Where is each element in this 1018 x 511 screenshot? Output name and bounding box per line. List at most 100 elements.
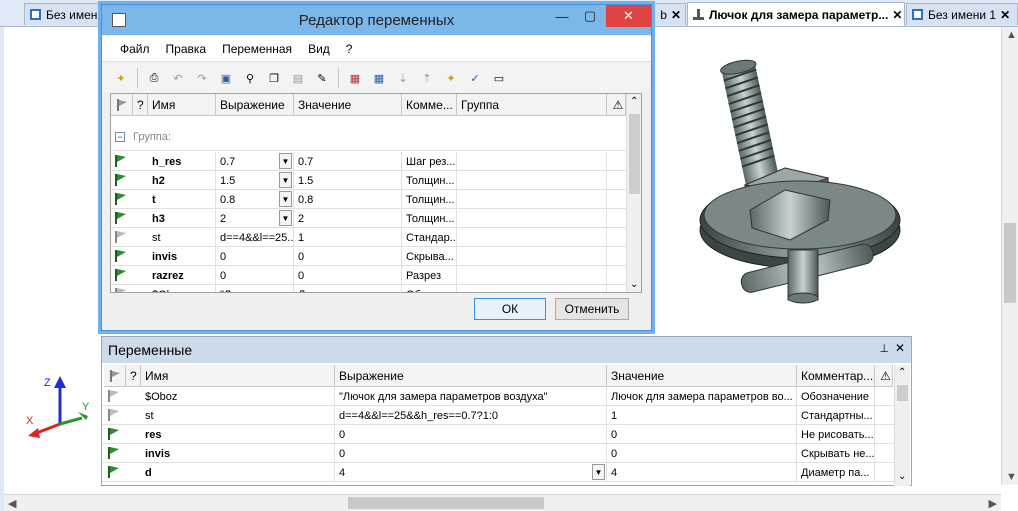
expression-cell[interactable]: 2 ▼ — [216, 209, 294, 228]
expression-cell[interactable]: 4 ▼ — [335, 463, 607, 482]
horizontal-scrollbar[interactable]: ◀ ▶ — [4, 494, 1001, 511]
name-cell[interactable]: t — [148, 190, 216, 209]
comment-cell[interactable]: Толщин... — [402, 190, 457, 209]
value-cell[interactable]: 0 — [607, 444, 797, 463]
scrollbar-thumb[interactable] — [348, 497, 544, 509]
col-flag-icon[interactable] — [104, 365, 126, 387]
comment-cell[interactable]: Шаг рез... — [402, 152, 457, 171]
table-row[interactable]: d 4 ▼ 4 Диаметр па... — [102, 463, 894, 482]
group-cell[interactable] — [457, 266, 607, 285]
flag-cell[interactable] — [106, 427, 122, 442]
group-row[interactable]: − Группа: — [111, 116, 626, 151]
expression-cell[interactable]: 0 — [335, 444, 607, 463]
flag-cell[interactable] — [113, 211, 129, 226]
doc-tab-4[interactable]: Без имени 1 ✕ — [906, 3, 1018, 25]
col-comment[interactable]: Комме... — [402, 94, 457, 116]
name-cell[interactable]: $Oboz — [141, 387, 335, 406]
table-icon[interactable]: ▦ — [344, 67, 366, 89]
move-down-icon[interactable]: ⇣ — [392, 67, 414, 89]
warning-icon[interactable]: ⚠ — [607, 94, 626, 116]
minimize-button[interactable]: — — [548, 5, 576, 27]
warning-icon[interactable]: ⚠ — [875, 365, 893, 387]
var-icon[interactable]: ✦ — [440, 67, 462, 89]
table-row[interactable]: $Oboz"Лючок для...Лючок для замера...Обо… — [111, 285, 626, 292]
expression-cell[interactable]: d==4&&l==25&&h_res==0.7?1:0 — [335, 406, 607, 425]
table-row[interactable]: t 0.8 ▼ 0.8 Толщин... — [111, 190, 626, 209]
value-cell[interactable]: 0 — [607, 425, 797, 444]
maximize-button[interactable]: ▢ — [576, 5, 604, 27]
expression-cell[interactable]: d==4&&l==25... — [216, 228, 294, 247]
expression-cell[interactable]: "Лючок для... — [216, 285, 294, 292]
col-expression[interactable]: Выражение — [335, 365, 607, 387]
table-row[interactable]: h3 2 ▼ 2 Толщин... — [111, 209, 626, 228]
expression-cell[interactable]: 0 — [335, 425, 607, 444]
flag-cell[interactable] — [106, 446, 122, 461]
col-help[interactable]: ? — [133, 94, 148, 116]
value-cell[interactable]: Лючок для замера параметров во... — [607, 387, 797, 406]
col-name[interactable]: Имя — [141, 365, 335, 387]
pin-icon[interactable]: ⊥ — [879, 342, 889, 355]
scroll-down-icon[interactable]: ▼ — [1006, 471, 1017, 483]
dropdown-icon[interactable]: ▼ — [279, 191, 292, 207]
find-icon[interactable]: ⚲ — [239, 67, 261, 89]
scroll-up-icon[interactable]: ⌃ — [898, 367, 906, 378]
menu-view[interactable]: Вид — [300, 42, 338, 56]
table-row[interactable]: invis 0 0 Скрывать не... — [102, 444, 894, 463]
parameters-icon[interactable]: ▣ — [215, 67, 237, 89]
table-row[interactable]: razrez 0 0 Разрез — [111, 266, 626, 285]
name-cell[interactable]: d — [141, 463, 335, 482]
check-var-icon[interactable]: ✓ — [464, 67, 486, 89]
col-flag-icon[interactable] — [111, 94, 133, 116]
value-cell[interactable]: 4 — [607, 463, 797, 482]
flag-cell[interactable] — [113, 173, 129, 188]
value-cell[interactable]: Лючок для замера... — [294, 285, 402, 292]
3d-model-part[interactable] — [690, 50, 910, 310]
col-value[interactable]: Значение — [294, 94, 402, 116]
name-cell[interactable]: res — [141, 425, 335, 444]
group-cell[interactable] — [457, 190, 607, 209]
name-cell[interactable]: invis — [141, 444, 335, 463]
close-button[interactable]: ✕ — [606, 5, 651, 27]
comment-cell[interactable]: Не рисовать... — [797, 425, 875, 444]
name-cell[interactable]: razrez — [148, 266, 216, 285]
print-icon[interactable]: ⎙ — [143, 67, 165, 89]
name-cell[interactable]: h3 — [148, 209, 216, 228]
scrollbar-thumb[interactable] — [897, 385, 908, 401]
name-cell[interactable]: invis — [148, 247, 216, 266]
flag-cell[interactable] — [113, 268, 129, 283]
new-variable-icon[interactable]: ✦ — [110, 67, 132, 89]
close-icon[interactable]: ✕ — [895, 341, 905, 355]
name-cell[interactable]: $Oboz — [148, 285, 216, 292]
scroll-up-icon[interactable]: ▲ — [1006, 29, 1017, 41]
scroll-down-icon[interactable]: ⌄ — [630, 279, 638, 290]
edit-icon[interactable]: ✎ — [311, 67, 333, 89]
window-icon[interactable]: ▭ — [488, 67, 510, 89]
group-cell[interactable] — [457, 209, 607, 228]
value-cell[interactable]: 0 — [294, 247, 402, 266]
group-cell[interactable] — [457, 247, 607, 266]
col-expression[interactable]: Выражение — [216, 94, 294, 116]
vertical-scrollbar[interactable]: ▲ ▼ — [1001, 27, 1018, 485]
expression-cell[interactable]: 1.5 ▼ — [216, 171, 294, 190]
panel-title-bar[interactable]: Переменные ⊥ ✕ — [102, 337, 911, 363]
value-cell[interactable]: 2 — [294, 209, 402, 228]
name-cell[interactable]: st — [148, 228, 216, 247]
collapse-icon[interactable]: − — [115, 132, 125, 142]
col-value[interactable]: Значение — [607, 365, 797, 387]
copy-icon[interactable]: ❐ — [263, 67, 285, 89]
table-row[interactable]: $Oboz "Лючок для замера параметров воздух… — [102, 387, 894, 406]
group-cell[interactable] — [457, 228, 607, 247]
flag-cell[interactable] — [113, 249, 129, 264]
dropdown-icon[interactable]: ▼ — [279, 153, 292, 169]
value-cell[interactable]: 0.7 — [294, 152, 402, 171]
flag-cell[interactable] — [106, 408, 122, 423]
dropdown-icon[interactable]: ▼ — [592, 464, 605, 480]
scroll-right-icon[interactable]: ▶ — [989, 497, 997, 510]
scroll-up-icon[interactable]: ⌃ — [630, 96, 638, 107]
flag-cell[interactable] — [113, 230, 129, 245]
flag-cell[interactable] — [113, 192, 129, 207]
comment-cell[interactable]: Толщин... — [402, 171, 457, 190]
expression-cell[interactable]: "Лючок для замера параметров воздуха" — [335, 387, 607, 406]
close-tab-icon[interactable]: ✕ — [671, 8, 681, 22]
flag-cell[interactable] — [113, 287, 129, 292]
